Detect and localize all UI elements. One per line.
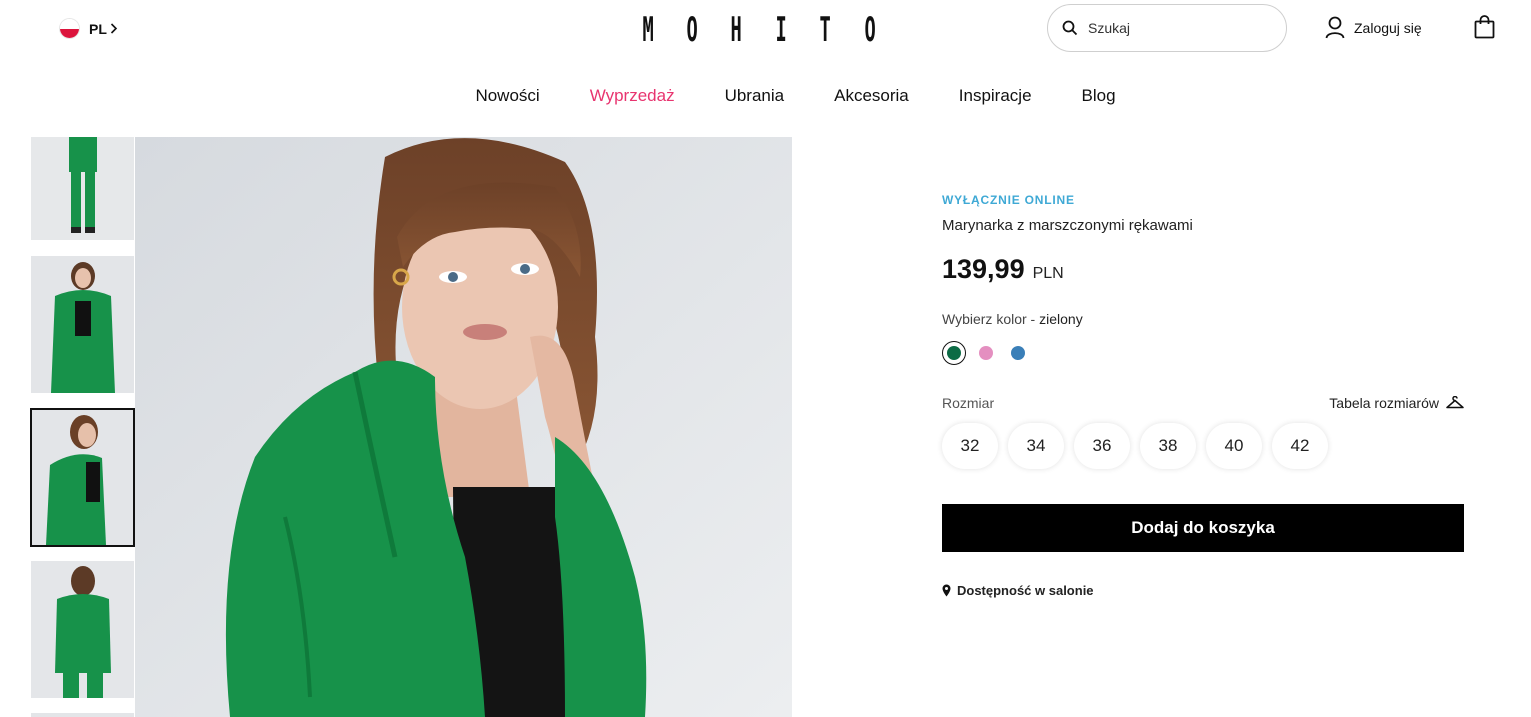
add-to-cart-button[interactable]: Dodaj do koszyka bbox=[942, 504, 1464, 552]
nav-item-inspiracje[interactable]: Inspiracje bbox=[959, 86, 1032, 106]
size-option-36[interactable]: 36 bbox=[1074, 423, 1130, 469]
model-photo bbox=[135, 137, 792, 717]
nav-item-ubrania[interactable]: Ubrania bbox=[725, 86, 785, 106]
shopping-bag-icon bbox=[1474, 15, 1495, 39]
locale-selector[interactable]: PL bbox=[60, 19, 118, 38]
locale-label: PL bbox=[89, 20, 107, 37]
search-input[interactable] bbox=[1088, 20, 1258, 36]
color-swatches bbox=[942, 341, 1464, 365]
login-label: Zaloguj się bbox=[1354, 19, 1422, 36]
thumbnail-3[interactable] bbox=[30, 408, 135, 547]
size-option-34[interactable]: 34 bbox=[1008, 423, 1064, 469]
size-options: 32 34 36 38 40 42 bbox=[942, 423, 1464, 469]
product-title: Marynarka z marszczonymi rękawami bbox=[942, 217, 1193, 234]
size-option-32[interactable]: 32 bbox=[942, 423, 998, 469]
search-box[interactable] bbox=[1047, 4, 1287, 52]
logo-text: MOHITO bbox=[642, 10, 889, 50]
online-only-badge: WYŁĄCZNIE ONLINE bbox=[942, 193, 1075, 207]
poland-flag-icon bbox=[60, 19, 79, 38]
price-amount: 139,99 bbox=[942, 254, 1025, 284]
size-option-42[interactable]: 42 bbox=[1272, 423, 1328, 469]
thumbnail-strip bbox=[30, 137, 136, 717]
nav-item-wyprzedaz[interactable]: Wyprzedaż bbox=[590, 86, 675, 106]
size-option-40[interactable]: 40 bbox=[1206, 423, 1262, 469]
price-currency: PLN bbox=[1032, 265, 1064, 282]
chevron-right-icon bbox=[110, 23, 118, 34]
color-swatch-green[interactable] bbox=[942, 341, 966, 365]
color-swatch-pink[interactable] bbox=[974, 341, 998, 365]
color-swatch-blue[interactable] bbox=[1006, 341, 1030, 365]
color-label: Wybierz kolor - zielony bbox=[942, 311, 1464, 327]
size-option-38[interactable]: 38 bbox=[1140, 423, 1196, 469]
thumbnail-2[interactable] bbox=[31, 256, 134, 393]
product-price: 139,99 PLN bbox=[942, 254, 1464, 285]
search-icon bbox=[1062, 20, 1078, 36]
product-main-image[interactable] bbox=[135, 137, 792, 717]
cart-button[interactable] bbox=[1474, 15, 1495, 44]
hanger-icon bbox=[1446, 396, 1464, 409]
store-availability-link[interactable]: Dostępność w salonie bbox=[942, 583, 1464, 598]
nav-item-nowosci[interactable]: Nowości bbox=[475, 86, 539, 106]
color-label-text: Wybierz kolor - bbox=[942, 311, 1036, 327]
nav-item-blog[interactable]: Blog bbox=[1082, 86, 1116, 106]
user-icon bbox=[1325, 16, 1345, 39]
thumbnail-1[interactable] bbox=[31, 137, 134, 240]
selected-color-name: zielony bbox=[1039, 311, 1083, 327]
main-nav: Nowości Wyprzedaż Ubrania Akcesoria Insp… bbox=[0, 86, 1531, 106]
availability-label: Dostępność w salonie bbox=[957, 583, 1094, 598]
size-label: Rozmiar bbox=[942, 395, 995, 411]
location-pin-icon bbox=[942, 584, 951, 597]
site-logo[interactable]: MOHITO bbox=[632, 10, 899, 50]
product-info: WYŁĄCZNIE ONLINE Marynarka z marszczonym… bbox=[942, 193, 1464, 598]
login-link[interactable]: Zaloguj się bbox=[1325, 16, 1422, 39]
size-table-link[interactable]: Tabela rozmiarów bbox=[1329, 395, 1464, 411]
nav-item-akcesoria[interactable]: Akcesoria bbox=[834, 86, 909, 106]
thumbnail-4[interactable] bbox=[31, 561, 134, 698]
thumbnail-5[interactable] bbox=[31, 713, 134, 717]
size-header: Rozmiar Tabela rozmiarów bbox=[942, 395, 1464, 411]
size-table-label: Tabela rozmiarów bbox=[1329, 395, 1439, 411]
